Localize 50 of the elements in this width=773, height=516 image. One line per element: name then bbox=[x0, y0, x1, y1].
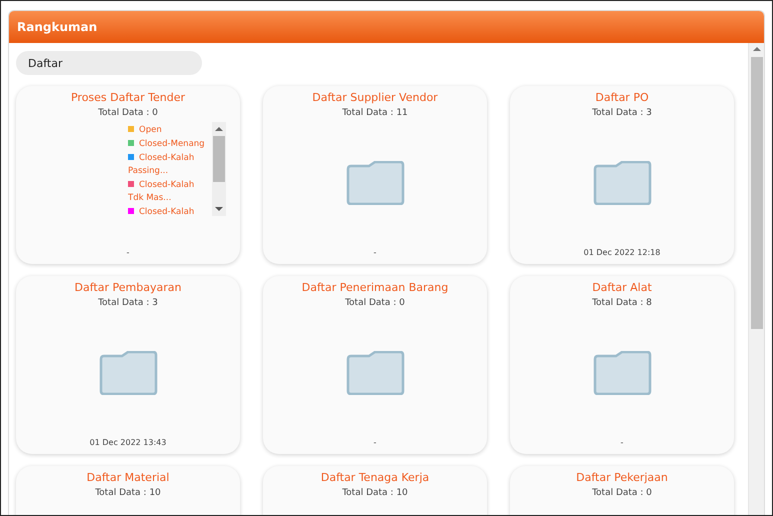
tab[interactable]: Daftar bbox=[16, 51, 202, 75]
folder-icon bbox=[98, 351, 158, 395]
summary-card[interactable]: Daftar Material Total Data : 10 bbox=[16, 466, 240, 515]
summary-card[interactable]: Daftar Pekerjaan Total Data : 0 bbox=[510, 466, 734, 515]
total-data: Total Data : 3 bbox=[592, 108, 652, 118]
summary-card[interactable]: Daftar Supplier Vendor Total Data : 11 - bbox=[263, 86, 487, 264]
total-data: Total Data : 10 bbox=[95, 488, 161, 498]
folder-icon bbox=[345, 161, 405, 205]
legend-item: Open bbox=[128, 124, 212, 137]
scrollbar[interactable] bbox=[748, 43, 764, 515]
card-title: Daftar Penerimaan Barang bbox=[302, 281, 448, 294]
summary-card[interactable]: Daftar Pembayaran Total Data : 3 01 Dec 2022 13:43 bbox=[16, 276, 240, 454]
card-title: Proses Daftar Tender bbox=[70, 91, 185, 104]
folder-icon bbox=[592, 351, 652, 395]
total-data: Total Data : 10 bbox=[342, 488, 408, 498]
card-title: Daftar PO bbox=[595, 91, 649, 104]
summary-card[interactable]: Daftar Penerimaan Barang Total Data : 0 - bbox=[263, 276, 487, 454]
card-footer: - bbox=[374, 248, 376, 264]
card-footer: - bbox=[374, 438, 376, 454]
scroll-up-icon[interactable] bbox=[215, 127, 223, 131]
legend-item: Closed-Kalah bbox=[128, 206, 212, 216]
card-title: Daftar Tenaga Kerja bbox=[320, 471, 430, 484]
scroll-up-icon[interactable] bbox=[752, 47, 760, 51]
scroll-down-icon[interactable] bbox=[215, 207, 223, 211]
summary-card[interactable]: Proses Daftar Tender Total Data : 0 Open Closed-Menang Closed-Kalah Passing... Closed-Kalah Tdk Mas... Closed-Kalah - bbox=[16, 86, 240, 264]
card-title: Daftar Supplier Vendor bbox=[312, 91, 438, 104]
total-data: Total Data : 0 bbox=[98, 108, 158, 118]
summary-card[interactable]: Daftar Tenaga Kerja Total Data : 10 bbox=[263, 466, 487, 515]
card-title: Daftar Material bbox=[86, 471, 170, 484]
total-data: Total Data : 3 bbox=[98, 298, 158, 308]
summary-card[interactable]: Daftar Alat Total Data : 8 - bbox=[510, 276, 734, 454]
card-footer: - bbox=[620, 438, 624, 454]
total-data: Total Data : 0 bbox=[345, 298, 405, 308]
legend-item: Closed-Menang bbox=[128, 138, 212, 151]
legend-item: Closed-Kalah Tdk Mas... bbox=[128, 179, 196, 205]
total-data: Total Data : 8 bbox=[592, 298, 652, 308]
card-footer: 01 Dec 2022 12:18 bbox=[584, 248, 660, 264]
card-footer: - bbox=[126, 248, 130, 264]
legend-item: Closed-Kalah Passing... bbox=[128, 152, 196, 178]
folder-icon bbox=[345, 351, 405, 395]
card-footer: 01 Dec 2022 13:43 bbox=[90, 438, 166, 454]
folder-icon bbox=[592, 161, 652, 205]
card-title: Daftar Pekerjaan bbox=[576, 471, 668, 484]
panel-title: Rangkuman bbox=[9, 11, 764, 43]
card-title: Daftar Pembayaran bbox=[74, 281, 182, 294]
total-data: Total Data : 0 bbox=[592, 488, 652, 498]
total-data: Total Data : 11 bbox=[342, 108, 408, 118]
summary-card[interactable]: Daftar PO Total Data : 3 01 Dec 2022 12:18 bbox=[510, 86, 734, 264]
card-title: Daftar Alat bbox=[592, 281, 652, 294]
scrollbar[interactable] bbox=[212, 122, 226, 216]
